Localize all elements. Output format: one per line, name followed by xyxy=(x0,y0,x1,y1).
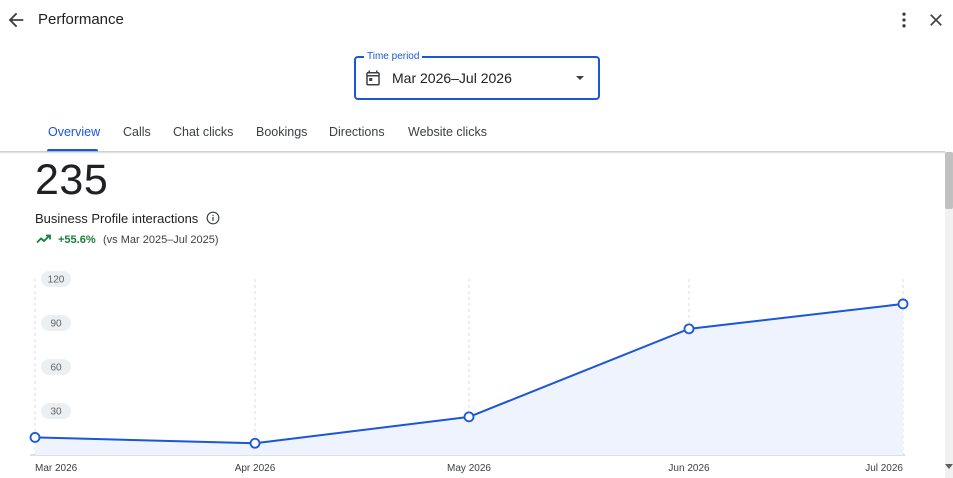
y-tick-label: 120 xyxy=(48,275,65,286)
tab-bar: Overview Calls Chat clicks Bookings Dire… xyxy=(0,114,953,152)
data-point[interactable] xyxy=(897,298,909,310)
time-period-label: Time period xyxy=(364,50,423,64)
scroll-down-arrow-icon[interactable] xyxy=(945,462,953,470)
y-tick-label: 90 xyxy=(50,319,62,330)
data-point[interactable] xyxy=(683,323,695,335)
tab-overview[interactable]: Overview xyxy=(48,125,100,139)
x-tick-label: Apr 2026 xyxy=(235,463,276,474)
tab-directions[interactable]: Directions xyxy=(329,125,385,139)
y-tick-label: 30 xyxy=(50,407,62,418)
page-title: Performance xyxy=(38,11,124,28)
interactions-chart: 120 90 60 30 Mar 2026 Apr 2026 May 2026 Jun 20… xyxy=(29,271,909,474)
tab-bookings[interactable]: Bookings xyxy=(256,125,307,139)
time-period-select[interactable]: Time period Mar 2026–Jul 2026 xyxy=(354,50,600,100)
time-period-value: Mar 2026–Jul 2026 xyxy=(392,70,512,86)
metric-label: Business Profile interactions xyxy=(35,211,199,226)
calendar-icon xyxy=(366,70,380,86)
tab-calls[interactable]: Calls xyxy=(123,125,151,139)
scrollbar[interactable] xyxy=(945,152,953,478)
trending-up-icon xyxy=(36,234,51,244)
x-tick-label: Mar 2026 xyxy=(35,463,78,474)
close-icon[interactable] xyxy=(926,10,946,30)
total-interactions-value: 235 xyxy=(35,156,109,204)
comparison-period: (vs Mar 2025–Jul 2025) xyxy=(103,234,219,246)
arrow-left-icon[interactable] xyxy=(5,9,27,31)
tab-website-clicks[interactable]: Website clicks xyxy=(408,125,487,139)
x-tick-label: Jul 2026 xyxy=(865,463,903,474)
change-percent: +55.6% xyxy=(58,234,96,246)
data-point[interactable] xyxy=(249,437,261,449)
top-bar: Performance xyxy=(0,0,953,40)
y-tick-label: 60 xyxy=(50,363,62,374)
tabs-divider xyxy=(0,151,945,154)
chart-area-fill xyxy=(35,303,903,455)
x-tick-label: May 2026 xyxy=(447,463,491,474)
arrow-drop-down-icon xyxy=(576,76,584,80)
data-point[interactable] xyxy=(29,431,41,443)
data-point[interactable] xyxy=(463,411,475,423)
tab-chat-clicks[interactable]: Chat clicks xyxy=(173,125,233,139)
scroll-thumb[interactable] xyxy=(945,152,953,209)
more-vert-icon[interactable] xyxy=(894,10,914,30)
x-tick-label: Jun 2026 xyxy=(668,463,710,474)
info-icon[interactable] xyxy=(206,211,220,225)
